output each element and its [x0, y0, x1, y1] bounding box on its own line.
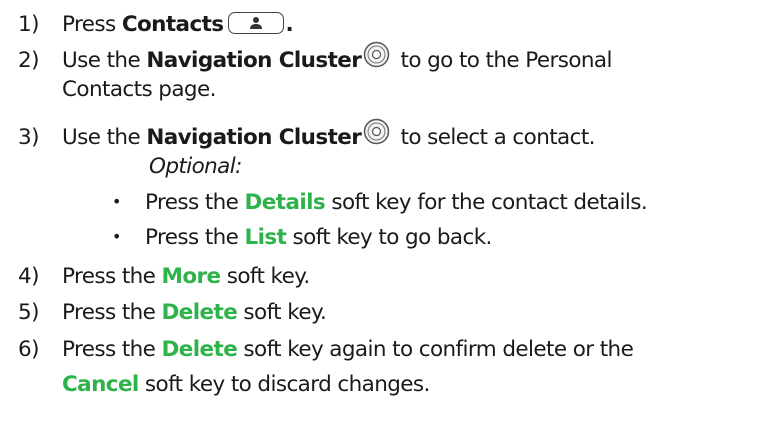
step-1: 1) Press Contacts. [18, 10, 294, 40]
person-key-icon [227, 12, 284, 34]
text: Use the [62, 48, 147, 73]
step-number: 4) [18, 264, 39, 289]
text: soft key for the contact details. [325, 190, 648, 215]
text: Press the [145, 225, 245, 250]
text: Press the [62, 264, 162, 289]
navigation-cluster-icon [363, 41, 390, 77]
text: Press the [62, 337, 162, 362]
text: soft key again to confirm delete or the [237, 337, 634, 362]
keyword-navigation-cluster: Navigation Cluster [146, 48, 362, 73]
text: soft key to discard changes. [138, 372, 430, 397]
keyword-delete: Delete [161, 300, 238, 325]
instructions-document: 1) Press Contacts. 2) Use the Navigation C… [0, 0, 781, 429]
text: Contacts page. [62, 77, 216, 102]
text: to select a contact. [394, 125, 595, 150]
optional-label: Optional: [149, 154, 242, 179]
step-number: 5) [18, 300, 39, 325]
navigation-cluster-icon [363, 118, 390, 154]
step-number: 1) [18, 12, 39, 37]
step-number: 3) [18, 125, 39, 150]
period: . [285, 12, 294, 37]
text: Press the [145, 190, 245, 215]
text: soft key. [237, 300, 327, 325]
keyword-navigation-cluster: Navigation Cluster [146, 125, 362, 150]
bullet-icon: • [112, 227, 121, 246]
step-5: 5) Press the Delete soft key. [18, 298, 327, 328]
keyword-list: List [244, 225, 287, 250]
text: Use the [62, 125, 147, 150]
bullet-item: • Press the Details soft key for the cont… [112, 187, 648, 217]
keyword-delete: Delete [161, 337, 238, 362]
step-6: 6) Press the Delete soft key again to con… [18, 335, 634, 365]
bullet-icon: • [112, 192, 121, 211]
step-2: 2) Use the Navigation Cluster to go to th… [18, 41, 612, 73]
keyword-cancel: Cancel [62, 372, 139, 397]
keyword-contacts: Contacts [121, 12, 224, 37]
keyword-more: More [161, 264, 222, 289]
text: soft key. [220, 264, 310, 289]
step-2-continuation: Contacts page. [62, 75, 216, 105]
text: soft key to go back. [286, 225, 493, 250]
step-number: 6) [18, 337, 39, 362]
text: Press [62, 12, 122, 37]
step-number: 2) [18, 48, 39, 73]
step-3: 3) Use the Navigation Cluster to select a… [18, 118, 596, 150]
step-6-continuation: Cancel soft key to discard changes. [62, 370, 430, 400]
bullet-item: • Press the List soft key to go back. [112, 222, 492, 252]
text: to go to the Personal [394, 48, 612, 73]
step-4: 4) Press the More soft key. [18, 262, 310, 292]
keyword-details: Details [244, 190, 326, 215]
text: Press the [62, 300, 162, 325]
